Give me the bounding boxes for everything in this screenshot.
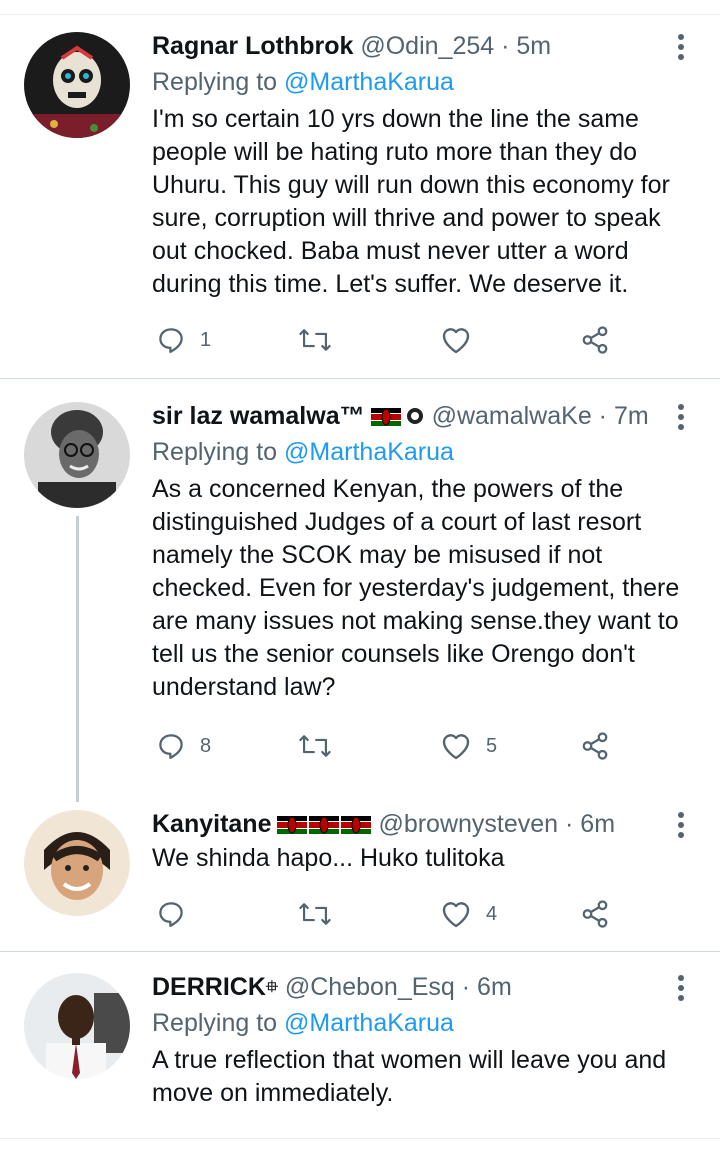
tweet-actions: 1 — [152, 320, 692, 360]
mention-link[interactable]: @MarthaKarua — [284, 68, 454, 96]
mention-link[interactable]: @MarthaKarua — [284, 438, 454, 466]
badge-icon — [405, 400, 425, 424]
replying-to: Replying to @MarthaKarua — [152, 1005, 692, 1041]
user-handle[interactable]: @brownysteven — [378, 810, 558, 838]
more-vertical-icon[interactable] — [666, 32, 696, 62]
kenya-flag-icon — [277, 808, 308, 834]
tweet-divider — [0, 378, 720, 379]
reply-icon — [159, 328, 183, 353]
kenya-flag-icon — [309, 808, 340, 834]
reply-count: 8 — [200, 734, 212, 757]
replying-to: Replying to @MarthaKarua — [152, 434, 692, 470]
tweet-header: Ragnar Lothbrok @Odin_254 · 5m — [152, 28, 692, 64]
avatar[interactable] — [24, 402, 130, 508]
reply-button[interactable]: 1 — [156, 320, 211, 360]
more-vertical-icon[interactable] — [666, 402, 696, 432]
heart-icon — [442, 902, 470, 928]
kenya-flag-icon — [341, 808, 372, 834]
like-count: 4 — [486, 902, 498, 925]
retweet-button[interactable] — [298, 320, 346, 360]
heart-icon — [442, 734, 470, 760]
like-button[interactable]: 5 — [440, 726, 497, 766]
tweet-text: We shinda hapo... Huko tulitoka — [152, 844, 505, 872]
retweet-icon — [299, 329, 331, 351]
user-handle[interactable]: @Odin_254 — [360, 32, 494, 60]
name-suffix-glyph: ⯐ — [265, 977, 278, 996]
like-count: 5 — [486, 734, 498, 757]
share-button[interactable] — [580, 320, 610, 360]
retweet-button[interactable] — [298, 894, 346, 934]
share-icon — [582, 732, 608, 760]
heart-icon — [442, 328, 470, 354]
retweet-button[interactable] — [298, 726, 346, 766]
user-handle[interactable]: @Chebon_Esq — [285, 973, 455, 1001]
avatar[interactable] — [24, 810, 130, 916]
display-name[interactable]: Ragnar Lothbrok — [152, 32, 353, 60]
tweet-actions: 4 — [152, 894, 692, 934]
bottom-divider — [0, 1138, 720, 1139]
top-divider — [0, 14, 720, 15]
kenya-flag-icon — [370, 400, 401, 426]
reply-count: 1 — [200, 328, 212, 351]
replying-prefix: Replying to — [152, 1009, 285, 1037]
tweet-divider — [0, 951, 720, 952]
retweet-icon — [299, 735, 331, 757]
reply-button[interactable] — [156, 894, 200, 934]
replying-prefix: Replying to — [152, 438, 285, 466]
tweet-text: I'm so certain 10 yrs down the line the … — [152, 105, 670, 298]
tweet-actions: 8 5 — [152, 726, 692, 766]
timestamp[interactable]: · 7m — [599, 402, 649, 430]
reply-button[interactable]: 8 — [156, 726, 211, 766]
tweet-header: Kanyitane @brownysteven · 6m — [152, 806, 692, 842]
display-name[interactable]: Kanyitane — [152, 810, 271, 838]
reply-icon — [159, 734, 183, 759]
replying-prefix: Replying to — [152, 68, 285, 96]
tweet-text: A true reflection that women will leave … — [152, 1046, 667, 1107]
user-handle[interactable]: @wamalwaKe — [432, 402, 592, 430]
thread-line — [76, 516, 79, 802]
timestamp[interactable]: · 6m — [565, 810, 615, 838]
tweet-header: sir laz wamalwa™ @wamalwaKe · 7m — [152, 398, 692, 434]
tweet-text: As a concerned Kenyan, the powers of the… — [152, 475, 680, 701]
reply-icon — [159, 902, 183, 927]
avatar[interactable] — [24, 32, 130, 138]
like-button[interactable] — [440, 320, 486, 360]
share-icon — [582, 900, 608, 928]
display-name[interactable]: DERRICK — [152, 973, 266, 1001]
tweet-header: DERRICK⯐ @Chebon_Esq · 6m — [152, 969, 692, 1005]
like-button[interactable]: 4 — [440, 894, 497, 934]
mention-link[interactable]: @MarthaKarua — [284, 1009, 454, 1037]
timestamp[interactable]: · 5m — [501, 32, 551, 60]
more-vertical-icon[interactable] — [666, 973, 696, 1003]
display-name[interactable]: sir laz wamalwa™ — [152, 402, 365, 430]
timestamp[interactable]: · 6m — [462, 973, 512, 1001]
replying-to: Replying to @MarthaKarua — [152, 64, 692, 100]
avatar[interactable] — [24, 973, 130, 1079]
share-button[interactable] — [580, 726, 610, 766]
share-icon — [582, 326, 608, 354]
retweet-icon — [299, 903, 331, 925]
more-vertical-icon[interactable] — [666, 810, 696, 840]
share-button[interactable] — [580, 894, 610, 934]
